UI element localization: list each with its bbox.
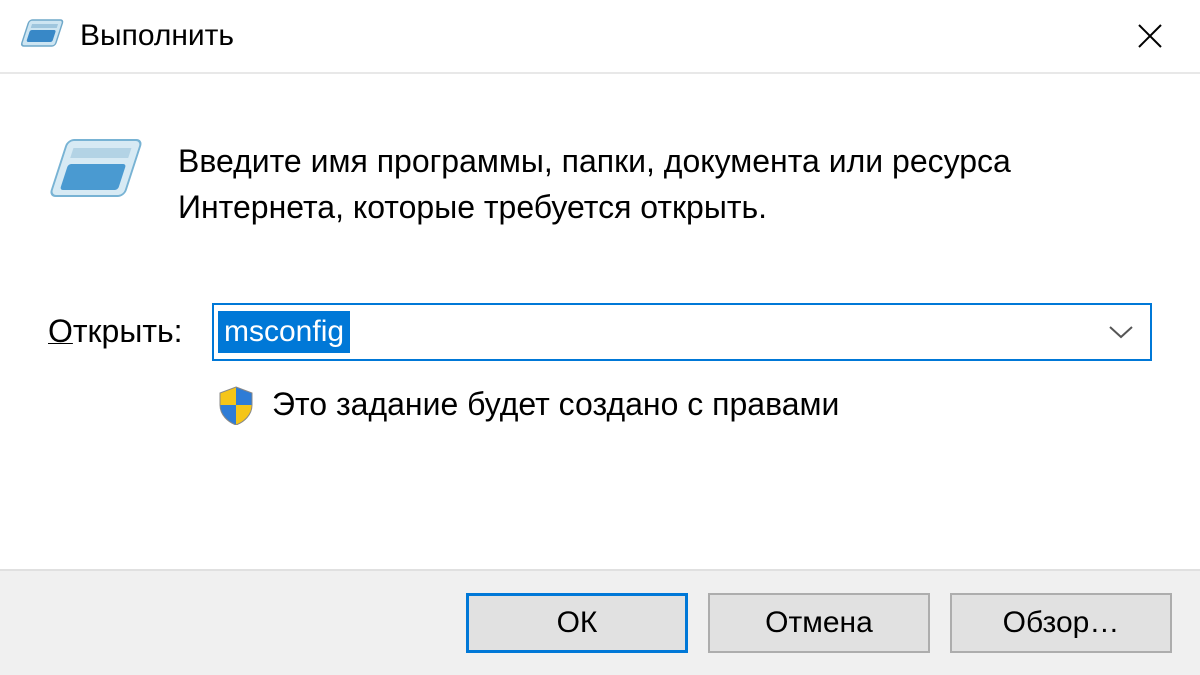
run-icon [20, 18, 66, 54]
open-row: Открыть: msconfig [48, 303, 1152, 361]
shield-icon [216, 385, 256, 425]
run-dialog: Выполнить Введите имя программы, папки, … [0, 0, 1200, 675]
titlebar: Выполнить [0, 0, 1200, 74]
close-icon [1136, 22, 1164, 50]
admin-note-row: Это задание будет создано с правами [216, 385, 1152, 425]
dialog-content: Введите имя программы, папки, документа … [0, 74, 1200, 569]
chevron-down-icon [1108, 324, 1134, 340]
close-button[interactable] [1120, 6, 1180, 66]
button-bar: ОК Отмена Обзор… [0, 569, 1200, 675]
run-icon-large [48, 134, 148, 214]
ok-button[interactable]: ОК [466, 593, 688, 653]
open-input-value: msconfig [218, 311, 350, 353]
admin-note-text: Это задание будет создано с правами [272, 386, 839, 423]
browse-button[interactable]: Обзор… [950, 593, 1172, 653]
cancel-button[interactable]: Отмена [708, 593, 930, 653]
open-combobox[interactable]: msconfig [212, 303, 1152, 361]
open-label: Открыть: [48, 313, 188, 350]
dialog-description: Введите имя программы, папки, документа … [178, 134, 1152, 231]
window-title: Выполнить [80, 19, 1120, 53]
